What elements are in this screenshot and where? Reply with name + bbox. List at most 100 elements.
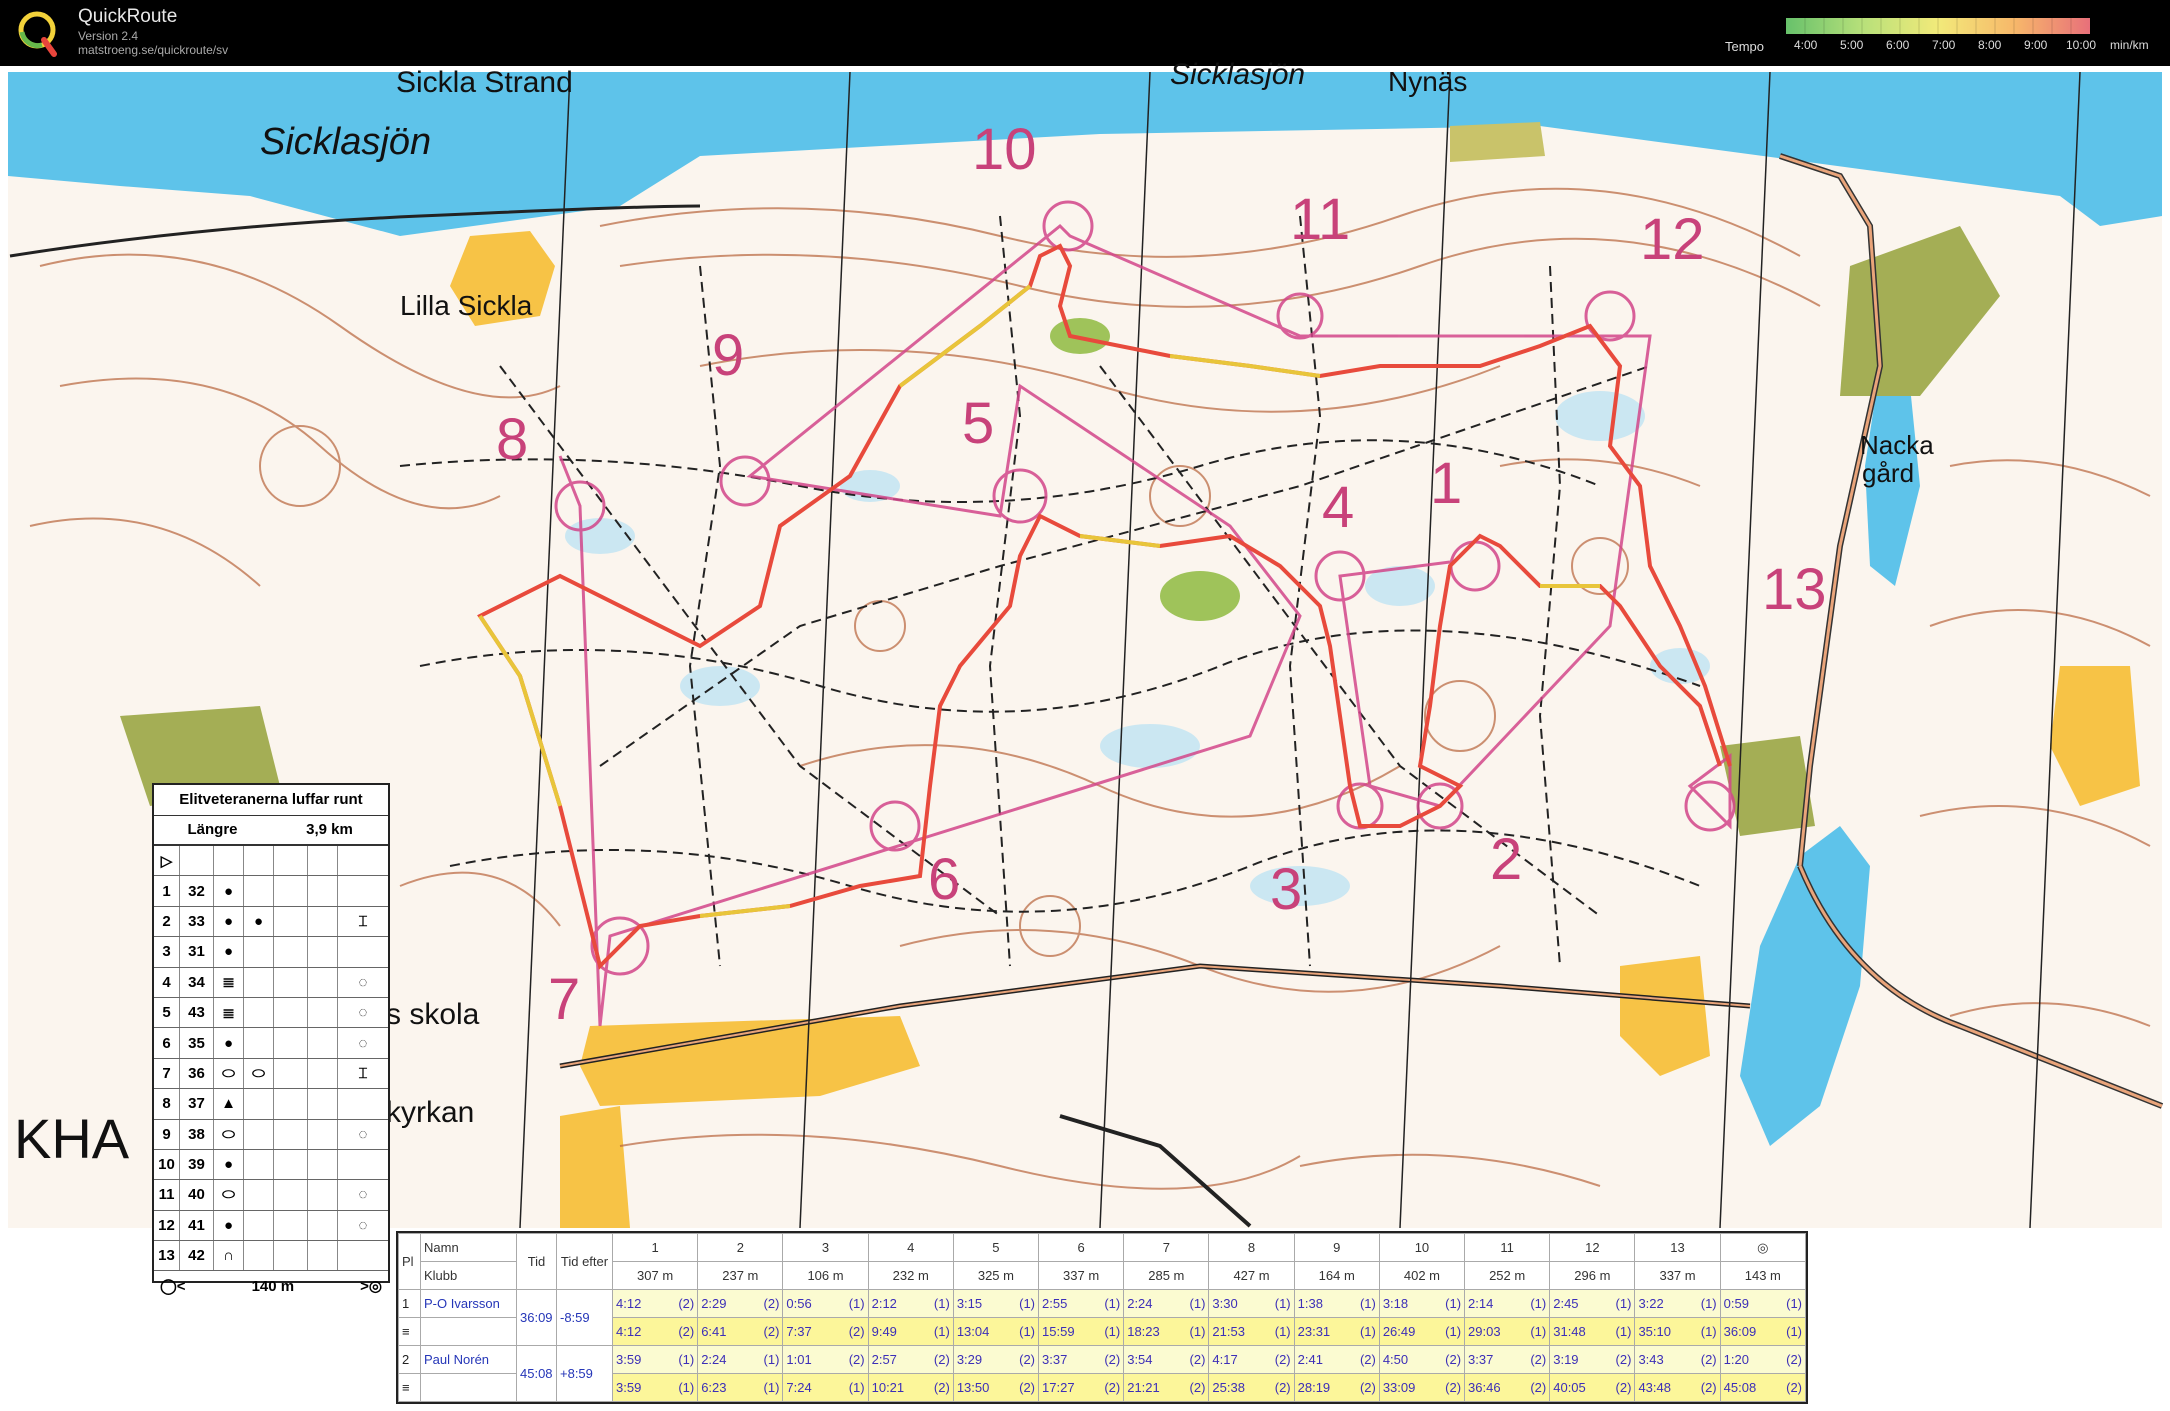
time-value: 26:49: [1382, 1324, 1416, 1339]
time-value: 23:31: [1297, 1324, 1331, 1339]
header-leg-number: ◎: [1719, 1233, 1807, 1262]
time-value: 2:29: [701, 1296, 727, 1311]
time-value: 2:41: [1297, 1352, 1323, 1367]
time-value: 21:53: [1212, 1324, 1245, 1339]
cumulative-time-cell: 28:19 (2): [1293, 1373, 1380, 1402]
rank-value: (2): [1615, 1380, 1632, 1395]
description-cell-e: ◌: [358, 973, 368, 991]
place-lilla-sickla: Lilla Sickla: [400, 290, 533, 321]
tempo-tick: 8:00: [1978, 38, 2002, 52]
runner-club: [420, 1317, 517, 1346]
time-value: 31:48: [1553, 1324, 1586, 1339]
split-time-cell: 1:01 (2): [782, 1345, 869, 1374]
rank-value: (2): [1189, 1380, 1206, 1395]
place-skola: s skola: [386, 998, 480, 1031]
runner-time: 45:08: [516, 1345, 557, 1402]
description-cell-d: [308, 997, 338, 1028]
time-value: 4:12: [616, 1324, 642, 1339]
cumulative-time-cell: 25:38 (2): [1208, 1373, 1295, 1402]
app-title: QuickRoute: [78, 6, 178, 27]
rank-value: (1): [1615, 1296, 1632, 1311]
rank-value: (1): [1700, 1324, 1717, 1339]
description-cell-a: ⬭: [214, 1119, 244, 1149]
split-time-cell: 3:59 (1): [611, 1345, 699, 1374]
rank-value: (1): [763, 1380, 780, 1395]
header-name: Namn: [420, 1233, 517, 1262]
split-time-cell: 4:17 (2): [1208, 1345, 1295, 1374]
cumulative-time-cell: 6:23 (1): [697, 1373, 784, 1402]
control-number-9: 9: [712, 323, 745, 388]
cumulative-time-cell: 4:12 (2): [611, 1317, 699, 1346]
split-time-cell: 3:37 (2): [1464, 1345, 1551, 1374]
cumulative-time-cell: 36:46 (2): [1464, 1373, 1551, 1402]
description-cell-e: ⌶: [358, 1064, 368, 1082]
description-cell-c: [274, 967, 308, 997]
course-name: Längre: [187, 821, 238, 838]
header-leg-number: 13: [1634, 1233, 1721, 1262]
description-cell-seq: 6: [154, 1028, 180, 1058]
time-value: 6:41: [701, 1324, 727, 1339]
description-cell-seq: 12: [154, 1210, 180, 1241]
description-cell-c: [274, 1119, 308, 1149]
time-value: 36:46: [1468, 1380, 1501, 1395]
rank-value: (1): [1445, 1324, 1462, 1339]
time-value: 13:04: [956, 1324, 990, 1339]
split-time-cell: 3:54 (2): [1123, 1345, 1210, 1374]
description-cell-code: 38: [180, 1119, 214, 1149]
header-leg-distance: 106 m: [782, 1261, 869, 1290]
rank-value: (1): [1786, 1296, 1802, 1311]
description-cell-b: [244, 937, 274, 967]
split-time-cell: 0:56 (1): [782, 1289, 869, 1318]
time-value: 25:38: [1212, 1380, 1245, 1395]
place-sicklasjon-2: Sicklasjön: [1170, 58, 1306, 91]
time-value: 3:54: [1127, 1352, 1153, 1367]
header-leg-number: 1: [611, 1233, 699, 1262]
description-cell-e: ⌶: [358, 912, 368, 930]
time-value: 10:21: [871, 1380, 905, 1395]
description-cell-seq: 11: [154, 1180, 180, 1210]
rank-value: (2): [1530, 1380, 1547, 1395]
control-description-row: 6 35 ● ◌: [154, 1028, 388, 1059]
time-value: 3:59: [616, 1380, 642, 1395]
control-description-row: 9 38 ⬭ ◌: [154, 1119, 388, 1150]
control-description-row: 3 31 ●: [154, 937, 388, 968]
description-cell-d: [308, 1058, 338, 1089]
time-value: 3:29: [956, 1352, 983, 1367]
runner-time: 36:09: [516, 1289, 557, 1346]
time-value: 21:21: [1127, 1380, 1160, 1395]
header-leg-distance: 232 m: [867, 1261, 954, 1290]
tempo-tick: 9:00: [2024, 38, 2048, 52]
time-value: 1:01: [786, 1352, 812, 1367]
rank-value: (1): [1019, 1324, 1036, 1339]
description-cell-d: [308, 1149, 338, 1180]
rank-value: (1): [1786, 1324, 1802, 1339]
description-cell-a: ⬭: [214, 1180, 244, 1210]
control-number-1: 1: [1430, 451, 1463, 516]
time-value: 6:23: [701, 1380, 727, 1395]
description-cell-seq: 9: [154, 1119, 180, 1149]
cumulative-time-cell: 15:59 (1): [1038, 1317, 1125, 1346]
description-cell-e: ◌: [358, 1034, 368, 1052]
description-cell-a: ≣: [214, 997, 244, 1028]
cumulative-time-cell: 10:21 (2): [867, 1373, 954, 1402]
description-cell-code: 43: [180, 997, 214, 1028]
app-version: Version 2.4: [78, 29, 139, 43]
rank-value: (1): [848, 1296, 865, 1311]
split-time-cell: 2:14 (1): [1464, 1289, 1551, 1318]
tempo-tick: 6:00: [1886, 38, 1910, 52]
time-value: 28:19: [1297, 1380, 1331, 1395]
time-value: 36:09: [1723, 1324, 1757, 1339]
place-gard: gård: [1862, 458, 1915, 488]
time-value: 43:48: [1638, 1380, 1671, 1395]
control-number-3: 3: [1270, 857, 1303, 922]
description-cell-d: [308, 1089, 338, 1119]
header-leg-distance: 143 m: [1719, 1261, 1807, 1290]
description-cell-c: [274, 1028, 308, 1058]
time-value: 45:08: [1723, 1380, 1757, 1395]
control-description-row: 2 33 ● ● ⌶: [154, 906, 388, 938]
rank-value: (1): [848, 1380, 865, 1395]
cumulative-time-cell: 21:53 (1): [1208, 1317, 1295, 1346]
header-leg-distance: 252 m: [1464, 1261, 1551, 1290]
description-cell-c: [274, 876, 308, 906]
control-description-row: 5 43 ≣ ◌: [154, 997, 388, 1029]
